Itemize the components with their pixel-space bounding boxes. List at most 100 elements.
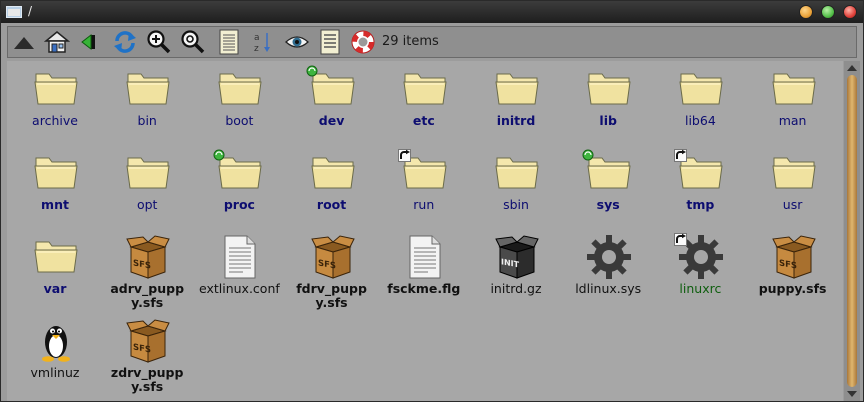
file-item[interactable]: proc: [193, 145, 285, 229]
file-item[interactable]: SFS puppy.sfs: [747, 229, 839, 313]
text-file-icon: [402, 234, 448, 280]
symlink-badge-icon: [674, 149, 688, 162]
folder-icon: [33, 150, 79, 196]
file-label: mnt: [41, 197, 69, 212]
scroll-down-arrow[interactable]: [847, 391, 857, 397]
folder-icon: [678, 66, 724, 112]
folder-window-icon: [6, 6, 22, 18]
file-item[interactable]: linuxrc: [654, 229, 746, 313]
file-item[interactable]: boot: [193, 61, 285, 145]
file-label: initrd: [496, 113, 536, 128]
file-item[interactable]: tmp: [654, 145, 746, 229]
file-item[interactable]: usr: [747, 145, 839, 229]
file-item[interactable]: fsckme.flg: [378, 229, 470, 313]
vertical-scrollbar[interactable]: [844, 61, 860, 401]
folder-icon: [33, 234, 79, 280]
scroll-thumb[interactable]: [847, 75, 857, 387]
file-item[interactable]: bin: [101, 61, 193, 145]
file-item[interactable]: ldlinux.sys: [562, 229, 654, 313]
file-manager-window: / a z 29 items archive bin boot dev etc …: [0, 0, 864, 402]
file-item[interactable]: SFS zdrv_puppy.sfs: [101, 313, 193, 397]
file-label: lib64: [684, 113, 716, 128]
file-item[interactable]: dev: [286, 61, 378, 145]
file-view[interactable]: archive bin boot dev etc initrd lib lib64 man mnt…: [7, 61, 843, 401]
mount-badge-icon: [306, 65, 318, 77]
file-label: puppy.sfs: [758, 281, 827, 296]
folder-icon: [402, 66, 448, 112]
file-item[interactable]: vmlinuz: [9, 313, 101, 397]
folder-icon: [310, 150, 356, 196]
file-label: sys: [596, 197, 620, 212]
zoom-in-button[interactable]: [146, 29, 172, 55]
sfs-box-icon: SFS: [125, 318, 171, 364]
title-bar[interactable]: /: [1, 1, 863, 23]
file-item[interactable]: initrd: [470, 61, 562, 145]
home-button[interactable]: [44, 29, 70, 55]
mount-badge-icon: [582, 149, 594, 161]
folder-icon: [771, 150, 817, 196]
file-label: fdrv_puppy.sfs: [296, 281, 367, 310]
file-item[interactable]: root: [286, 145, 378, 229]
minimize-button[interactable]: [799, 5, 813, 19]
file-label: etc: [412, 113, 435, 128]
file-item[interactable]: lib64: [654, 61, 746, 145]
file-label: boot: [225, 113, 254, 128]
file-item[interactable]: sys: [562, 145, 654, 229]
file-label: run: [413, 197, 435, 212]
scroll-up-arrow[interactable]: [847, 65, 857, 71]
file-label: lib: [599, 113, 617, 128]
folder-icon: [125, 66, 171, 112]
init-box-icon: INIT: [494, 234, 540, 280]
file-item[interactable]: SFS fdrv_puppy.sfs: [286, 229, 378, 313]
text-file-icon: [217, 234, 263, 280]
file-label: usr: [782, 197, 803, 212]
file-label: initrd.gz: [490, 281, 542, 296]
folder-icon: [586, 66, 632, 112]
file-label: opt: [136, 197, 158, 212]
item-count: 29 items: [382, 34, 439, 49]
file-item[interactable]: SFS adrv_puppy.sfs: [101, 229, 193, 313]
file-item[interactable]: INIT initrd.gz: [470, 229, 562, 313]
file-item[interactable]: extlinux.conf: [193, 229, 285, 313]
refresh-icon: [114, 31, 136, 53]
file-label: bin: [137, 113, 157, 128]
help-button[interactable]: [350, 29, 376, 55]
toolbar: a z 29 items: [7, 26, 857, 58]
file-label: proc: [223, 197, 255, 212]
sfs-box-icon: SFS: [310, 234, 356, 280]
zoom-fit-button[interactable]: [180, 29, 206, 55]
file-label: sbin: [503, 197, 529, 212]
back-icon: [81, 33, 95, 51]
home-icon: [44, 31, 70, 53]
file-item[interactable]: opt: [101, 145, 193, 229]
file-label: zdrv_puppy.sfs: [110, 365, 184, 394]
list-view-button[interactable]: [317, 29, 343, 55]
svg-text:z: z: [254, 44, 259, 54]
svg-text:a: a: [254, 33, 260, 43]
refresh-button[interactable]: [112, 29, 138, 55]
close-button[interactable]: [843, 5, 857, 19]
file-item[interactable]: sbin: [470, 145, 562, 229]
file-label: vmlinuz: [30, 365, 80, 380]
sort-button[interactable]: a z: [250, 29, 276, 55]
file-item[interactable]: run: [378, 145, 470, 229]
file-item[interactable]: var: [9, 229, 101, 313]
file-item[interactable]: man: [747, 61, 839, 145]
file-item[interactable]: mnt: [9, 145, 101, 229]
maximize-button[interactable]: [821, 5, 835, 19]
folder-icon: [494, 150, 540, 196]
back-button[interactable]: [76, 29, 102, 55]
file-item[interactable]: archive: [9, 61, 101, 145]
file-label: archive: [32, 113, 78, 128]
file-item[interactable]: etc: [378, 61, 470, 145]
show-hidden-button[interactable]: [284, 29, 310, 55]
list-view-icon: [320, 29, 340, 55]
show-hidden-icon: [285, 36, 309, 48]
file-label: var: [43, 281, 67, 296]
up-button[interactable]: [11, 29, 37, 55]
file-item[interactable]: lib: [562, 61, 654, 145]
file-label: ldlinux.sys: [575, 281, 642, 296]
details-view-button[interactable]: [216, 29, 242, 55]
zoom-in-icon: [147, 30, 171, 54]
symlink-badge-icon: [397, 149, 411, 162]
